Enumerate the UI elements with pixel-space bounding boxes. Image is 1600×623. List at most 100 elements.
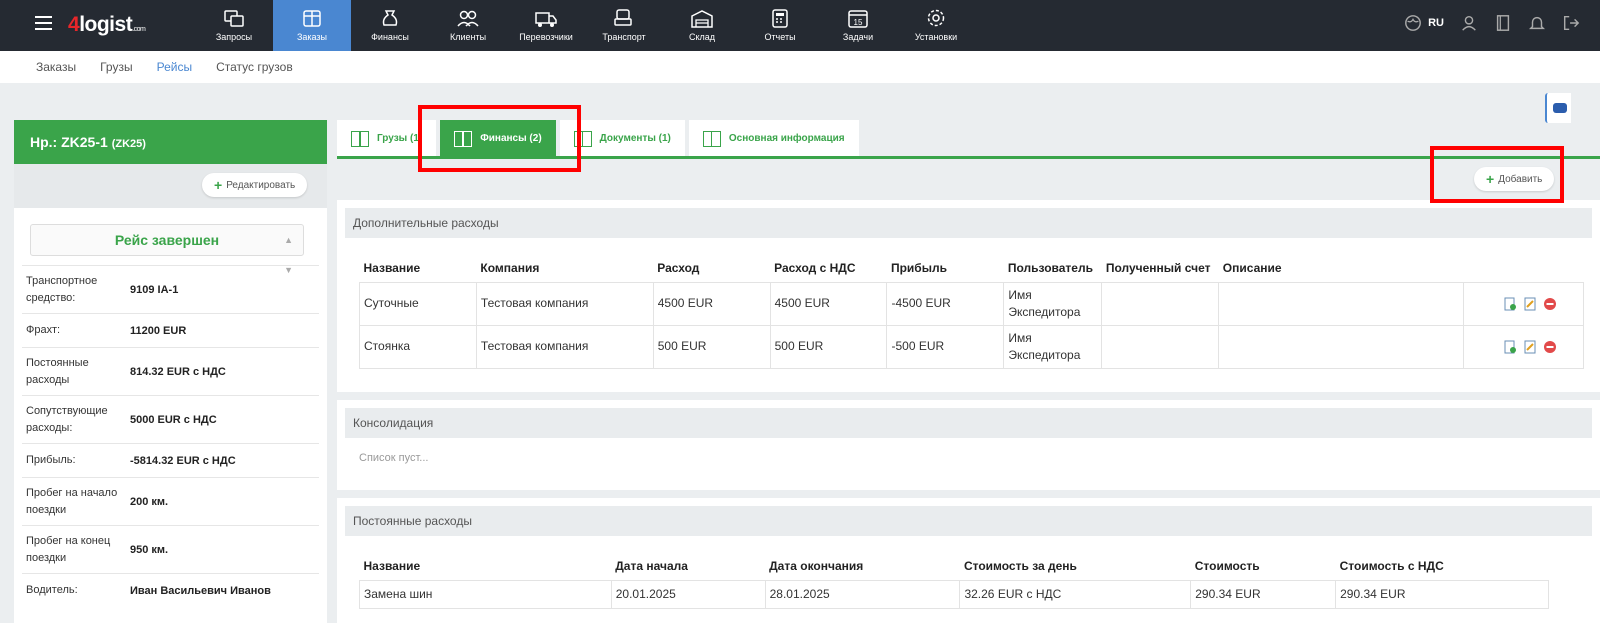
- logout-icon[interactable]: [1562, 14, 1580, 32]
- subnav-item[interactable]: Грузы: [100, 60, 133, 74]
- info-value: 814.32 EUR с НДС: [130, 365, 226, 378]
- table-cell: Имя Экспедитора: [1003, 281, 1103, 326]
- column-header: Расход с НДС: [774, 260, 856, 275]
- highlight-add-button: [1430, 146, 1564, 203]
- table-cell: -500 EUR: [886, 324, 1005, 369]
- subnav-item[interactable]: Рейсы: [157, 60, 192, 74]
- info-value: 200 км.: [130, 495, 169, 508]
- nav-item-reports[interactable]: Отчеты: [741, 0, 819, 51]
- edit-button[interactable]: + Редактировать: [202, 173, 308, 197]
- menu-icon[interactable]: [35, 16, 52, 30]
- column-header: Стоимость: [1194, 558, 1260, 573]
- table-header-row: Название Дата начала Дата окончания Стоимос…: [360, 552, 1549, 580]
- book-icon[interactable]: [1494, 14, 1512, 32]
- column-header: Компания: [480, 260, 540, 275]
- table-cell: Тестовая компания: [475, 324, 654, 369]
- table-cell: Тестовая компания: [475, 281, 654, 326]
- table-cell: -4500 EUR: [886, 281, 1005, 326]
- main-nav: Запросы Заказы Финансы Клиенты Перевозчики Тр…: [195, 0, 975, 51]
- trip-info-row: Постоянные расходы 814.32 EUR с НДС: [22, 347, 319, 395]
- info-value: 9109 IA-1: [130, 283, 179, 296]
- subnav-item[interactable]: Заказы: [36, 60, 76, 74]
- nav-item-carriers[interactable]: Перевозчики: [507, 0, 585, 51]
- delete-icon[interactable]: [1543, 297, 1557, 311]
- nav-item-transport[interactable]: Транспорт: [585, 0, 663, 51]
- tab-3[interactable]: Основная информация: [688, 120, 859, 157]
- add-document-icon[interactable]: [1503, 340, 1517, 354]
- delete-icon[interactable]: [1543, 340, 1557, 354]
- trip-info-card: Рейс завершен ▲ ▼ Транспортное средство: 9…: [14, 208, 327, 623]
- edit-icon[interactable]: [1523, 297, 1537, 311]
- row-actions: [1463, 324, 1584, 369]
- trip-status-select[interactable]: Рейс завершен ▲ ▼: [30, 224, 304, 275]
- trip-info-row: Транспортное средство: 9109 IA-1: [22, 265, 319, 313]
- nav-item-tasks[interactable]: 15 Задачи: [819, 0, 897, 51]
- nav-item-label: Задачи: [842, 32, 874, 42]
- column-header: Описание: [1222, 260, 1282, 275]
- trip-header: Нр.: ZK25-1 (ZK25): [14, 120, 327, 164]
- nav-item-label: Перевозчики: [519, 32, 573, 42]
- settings-icon: [924, 8, 948, 28]
- nav-item-settings[interactable]: Установки: [897, 0, 975, 51]
- column-header: Расход: [657, 260, 700, 275]
- bell-icon[interactable]: [1528, 14, 1546, 32]
- column-header: Полученный счет: [1105, 260, 1211, 275]
- edit-icon[interactable]: [1523, 340, 1537, 354]
- table-cell: 20.01.2025: [610, 579, 766, 609]
- nav-item-label: Заказы: [296, 32, 328, 42]
- table-cell: Суточные: [359, 281, 477, 326]
- info-key: Постоянные расходы: [26, 356, 89, 386]
- column-header: Название: [363, 558, 421, 573]
- info-value: -5814.32 EUR с НДС: [130, 454, 236, 467]
- fixed-costs-section: Постоянные расходы Название Дата начала Да…: [337, 498, 1600, 623]
- info-key: Прибыль:: [26, 454, 76, 466]
- trip-info-row: Прибыль: -5814.32 EUR с НДС: [22, 443, 319, 477]
- nav-item-orders[interactable]: Заказы: [273, 0, 351, 51]
- table-cell: [1218, 281, 1464, 326]
- sub-nav: Заказы Грузы Рейсы Статус грузов: [0, 51, 1600, 83]
- trip-info-row: Фрахт: 11200 EUR: [22, 313, 319, 347]
- nav-item-label: Транспорт: [602, 32, 646, 42]
- nav-item-label: Установки: [914, 32, 958, 42]
- panel-icon: [351, 130, 369, 147]
- trip-info-row: Пробег на начало поездки 200 км.: [22, 477, 319, 525]
- info-value: 11200 EUR: [130, 324, 187, 337]
- highlight-finance-tab: [418, 105, 581, 172]
- column-header: Прибыль: [890, 260, 947, 275]
- orders-icon: [300, 8, 324, 28]
- nav-item-label: Финансы: [371, 32, 409, 42]
- info-key: Водитель:: [26, 584, 78, 596]
- user-icon[interactable]: [1460, 14, 1478, 32]
- trip-info-row: Сопутствующие расходы: 5000 EUR с НДС: [22, 395, 319, 443]
- subnav-item[interactable]: Статус грузов: [216, 60, 293, 74]
- chat-widget-icon[interactable]: [1545, 93, 1571, 123]
- nav-item-warehouse[interactable]: Склад: [663, 0, 741, 51]
- nav-item-requests[interactable]: Запросы: [195, 0, 273, 51]
- tab-label: Основная информация: [728, 133, 845, 144]
- table-cell: 500 EUR: [652, 324, 771, 369]
- empty-list-text: Список пуст...: [359, 452, 429, 464]
- table-cell: 290.34 EUR: [1190, 579, 1337, 609]
- section-title: Постоянные расходы: [345, 506, 1592, 536]
- add-document-icon[interactable]: [1503, 297, 1517, 311]
- tab-label: Грузы (1): [377, 133, 423, 144]
- logo[interactable]: 4logist.com: [68, 13, 146, 37]
- info-key: Фрахт:: [26, 324, 61, 336]
- table-cell: [1218, 324, 1464, 369]
- table-cell: 28.01.2025: [764, 579, 961, 609]
- language-selector[interactable]: RU: [1428, 17, 1444, 29]
- top-navbar: 4logist.com Запросы Заказы Финансы Клиенты П…: [0, 0, 1600, 51]
- info-value: Иван Васильевич Иванов: [130, 584, 271, 597]
- nav-item-finance[interactable]: Финансы: [351, 0, 429, 51]
- globe-icon[interactable]: [1404, 14, 1422, 32]
- extra-costs-table: Название Компания Расход Расход с НДС Прибыл…: [359, 254, 1584, 369]
- table-row: Стоянка Тестовая компания 500 EUR 500 EUR -5…: [359, 324, 1584, 369]
- table-cell: 4500 EUR: [769, 281, 888, 326]
- row-actions: [1463, 281, 1584, 326]
- trip-number: Нр.: ZK25-1: [30, 134, 108, 150]
- table-cell: [1101, 281, 1220, 326]
- section-title: Консолидация: [345, 408, 1592, 438]
- nav-item-clients[interactable]: Клиенты: [429, 0, 507, 51]
- table-cell: 290.34 EUR: [1335, 579, 1549, 609]
- warehouse-icon: [690, 8, 714, 28]
